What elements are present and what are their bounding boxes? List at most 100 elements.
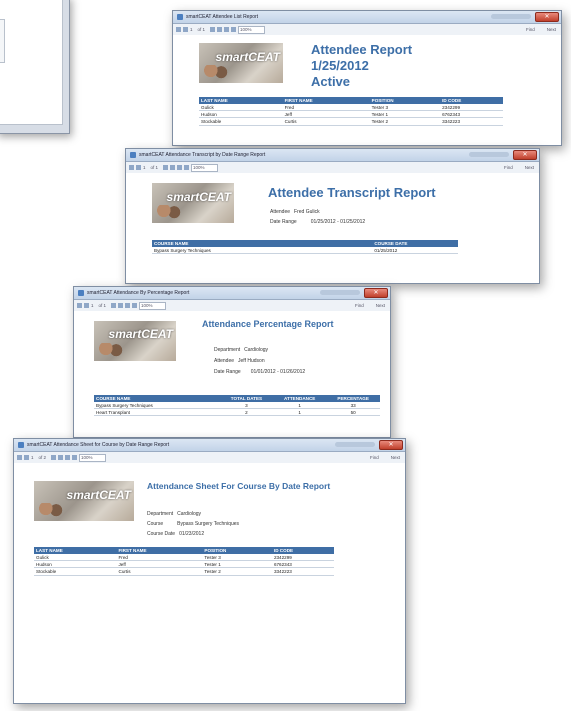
prev-page-icon[interactable] — [84, 303, 89, 308]
print-icon[interactable] — [177, 165, 183, 170]
report-meta: Department Cardiology Course Bypass Surger… — [147, 511, 240, 537]
table-row: Heart Transplant 2 1 50 — [94, 408, 380, 417]
zoom-select[interactable]: 100% — [238, 25, 266, 34]
refresh-icon[interactable] — [170, 165, 176, 170]
app-icon — [130, 152, 136, 158]
first-page-icon[interactable] — [17, 455, 22, 460]
page-count: of 2 — [38, 455, 47, 460]
report-title: Attendance Sheet For Course By Date Repo… — [147, 481, 331, 491]
background-window — [0, 0, 70, 134]
refresh-icon[interactable] — [217, 27, 223, 32]
col-first-name: FIRST NAME — [282, 97, 370, 104]
close-icon[interactable]: ✕ — [364, 288, 388, 298]
title-bar-text-blurred — [469, 152, 509, 157]
page-count: of 1 — [197, 27, 206, 32]
window-title: smartCEAT Attendee List Report — [186, 14, 259, 20]
col-total-dates: TOTAL DATES — [219, 395, 274, 402]
table-row: Bypass Surgery Techniques 01/25/2012 — [152, 247, 458, 255]
attendance-percentage-report-window: smartCEAT Attendance By Percentage Repor… — [73, 286, 391, 438]
logo-photo — [98, 343, 124, 361]
zoom-select[interactable]: 100% — [139, 301, 167, 310]
col-last-name: LAST NAME — [199, 97, 283, 104]
col-percentage: PERCENTAGE — [326, 395, 380, 402]
report-content: smartCEAT Attendee Transcript Report Att… — [126, 173, 539, 283]
page-number[interactable]: 1 — [91, 303, 94, 308]
background-window-button[interactable] — [0, 19, 5, 63]
next-page-icon[interactable] — [51, 455, 57, 460]
title-bar[interactable]: smartCEAT Attendee List Report ✕ — [173, 11, 561, 24]
table-row: Gulick Fred Tester 3 2342299 — [34, 554, 334, 562]
find-link[interactable]: Find — [526, 27, 535, 32]
prev-page-icon[interactable] — [24, 455, 29, 460]
smartceat-logo: smartCEAT — [199, 43, 283, 83]
attendee-table: LAST NAME FIRST NAME POSITION ID CODE Gu… — [199, 97, 503, 126]
report-content: smartCEAT Attendance Percentage Report D… — [74, 311, 390, 437]
col-first-name: FIRST NAME — [116, 547, 203, 554]
background-window-pane — [0, 0, 63, 125]
title-bar-text-blurred — [320, 290, 360, 295]
first-page-icon[interactable] — [176, 27, 181, 32]
report-title: Attendee Transcript Report — [268, 185, 436, 200]
refresh-icon[interactable] — [118, 303, 124, 308]
next-page-icon[interactable] — [111, 303, 117, 308]
window-title: smartCEAT Attendance Sheet for Course by… — [27, 442, 170, 448]
app-icon — [177, 14, 183, 20]
find-link[interactable]: Find — [355, 303, 364, 308]
export-icon[interactable] — [132, 303, 138, 308]
attendee-transcript-report-window: smartCEAT Attendance Transcript by Date … — [125, 148, 540, 284]
report-meta: Attendee Fred Gulick Date Range 01/25/2012… — [270, 209, 366, 225]
next-link[interactable]: Next — [525, 165, 534, 170]
prev-page-icon[interactable] — [136, 165, 141, 170]
page-count: of 1 — [150, 165, 159, 170]
print-icon[interactable] — [65, 455, 71, 460]
first-page-icon[interactable] — [129, 165, 134, 170]
title-bar-text-blurred — [335, 442, 375, 447]
print-icon[interactable] — [125, 303, 131, 308]
title-bar[interactable]: smartCEAT Attendance Sheet for Course by… — [14, 439, 405, 452]
close-icon[interactable]: ✕ — [535, 12, 559, 22]
close-icon[interactable]: ✕ — [513, 150, 537, 160]
attendance-sheet-table: LAST NAME FIRST NAME POSITION ID CODE Gu… — [34, 547, 334, 576]
next-page-icon[interactable] — [210, 27, 216, 32]
percentage-table: COURSE NAME TOTAL DATES ATTENDANCE PERCE… — [94, 395, 380, 417]
export-icon[interactable] — [231, 27, 237, 32]
prev-page-icon[interactable] — [183, 27, 188, 32]
col-attendance: ATTENDANCE — [273, 395, 327, 402]
next-link[interactable]: Next — [376, 303, 385, 308]
find-link[interactable]: Find — [370, 455, 379, 460]
zoom-select[interactable]: 100% — [79, 453, 107, 462]
title-bar[interactable]: smartCEAT Attendance By Percentage Repor… — [74, 287, 390, 300]
col-last-name: LAST NAME — [34, 547, 117, 554]
report-title: Attendance Percentage Report — [202, 319, 334, 329]
col-position: POSITION — [369, 97, 441, 104]
next-link[interactable]: Next — [547, 27, 556, 32]
col-position: POSITION — [202, 547, 272, 554]
attendee-list-report-window: smartCEAT Attendee List Report ✕ 1 of 1 … — [172, 10, 562, 146]
app-icon — [78, 290, 84, 296]
title-bar[interactable]: smartCEAT Attendance Transcript by Date … — [126, 149, 539, 162]
page-number[interactable]: 1 — [31, 455, 34, 460]
col-course-name: COURSE NAME — [94, 395, 220, 402]
table-row: Bypass Surgery Techniques 3 1 33 — [94, 402, 380, 410]
page-count: of 1 — [98, 303, 107, 308]
export-icon[interactable] — [72, 455, 78, 460]
next-page-icon[interactable] — [163, 165, 169, 170]
first-page-icon[interactable] — [77, 303, 82, 308]
window-title: smartCEAT Attendance Transcript by Date … — [139, 152, 266, 158]
attendance-sheet-report-window: smartCEAT Attendance Sheet for Course by… — [13, 438, 406, 704]
report-meta: Department Cardiology Attendee Jeff Hudson… — [214, 347, 306, 375]
close-icon[interactable]: ✕ — [379, 440, 403, 450]
col-id-code: ID CODE — [440, 97, 503, 104]
zoom-select[interactable]: 100% — [191, 163, 219, 172]
print-icon[interactable] — [224, 27, 230, 32]
table-row: Gulick Fred Tester 3 2342299 — [199, 104, 503, 112]
next-link[interactable]: Next — [391, 455, 400, 460]
export-icon[interactable] — [184, 165, 190, 170]
app-icon — [18, 442, 24, 448]
find-link[interactable]: Find — [504, 165, 513, 170]
page-number[interactable]: 1 — [190, 27, 193, 32]
page-number[interactable]: 1 — [143, 165, 146, 170]
smartceat-logo: smartCEAT — [152, 183, 234, 223]
refresh-icon[interactable] — [58, 455, 64, 460]
logo-photo — [38, 503, 64, 521]
